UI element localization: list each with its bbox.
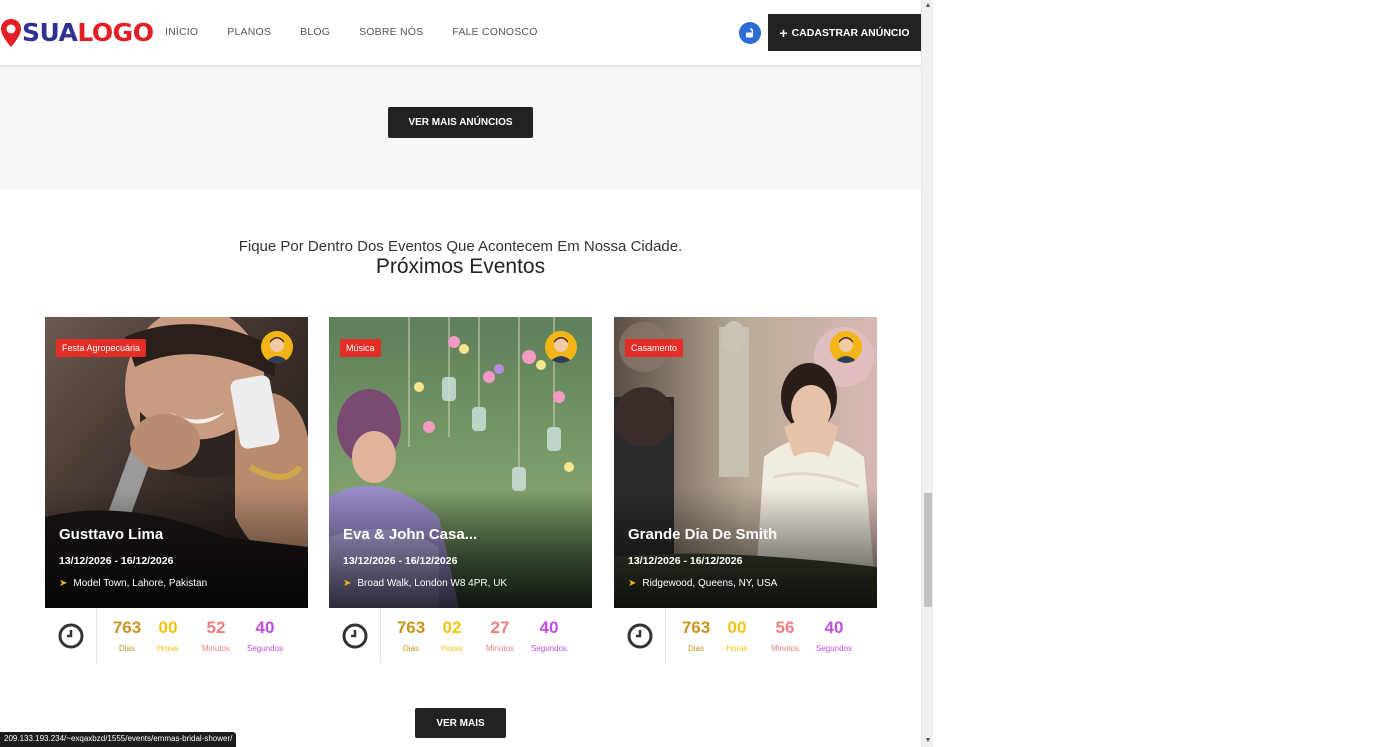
hours-label: Horas <box>726 644 748 653</box>
hours-value: 00 <box>727 618 747 637</box>
clock-icon-wrap <box>614 608 666 663</box>
event-location: ➤ Ridgewood, Queens, NY, USA <box>628 578 777 589</box>
scrollbar-thumb[interactable] <box>924 493 932 607</box>
countdown-hours: 02 Horas <box>427 608 477 653</box>
image-gradient-overlay <box>329 488 592 608</box>
site-header: SUALOGO INÍCIO PLANOS BLOG SOBRE NÓS FAL… <box>0 0 921 66</box>
seconds-value: 40 <box>824 618 844 637</box>
event-image[interactable]: Casamento Grande Dia De Smith 13/12/2026… <box>614 317 877 608</box>
countdown-hours: 00 Horas <box>143 608 193 653</box>
seconds-label: Segundos <box>815 644 853 653</box>
login-button[interactable] <box>739 22 761 44</box>
nav-planos[interactable]: PLANOS <box>227 26 271 38</box>
event-image[interactable]: Música Eva & John Casa... 13/12/2026 - 1… <box>329 317 592 608</box>
event-card[interactable]: Casamento Grande Dia De Smith 13/12/2026… <box>614 317 877 663</box>
event-location-text: Broad Walk, London W8 4PR, UK <box>357 578 508 589</box>
event-location: ➤ Model Town, Lahore, Pakistan <box>59 578 207 589</box>
seconds-label: Segundos <box>530 644 568 653</box>
location-arrow-icon: ➤ <box>343 578 352 589</box>
plus-icon: + <box>779 24 788 41</box>
nav-fale-conosco[interactable]: FALE CONOSCO <box>452 26 537 38</box>
main-nav: INÍCIO PLANOS BLOG SOBRE NÓS FALE CONOSC… <box>165 26 567 38</box>
event-title[interactable]: Grande Dia De Smith <box>628 526 777 543</box>
logo-text-sua: SUA <box>22 18 78 47</box>
event-title[interactable]: Eva & John Casa... <box>343 526 477 543</box>
event-card[interactable]: Música Eva & John Casa... 13/12/2026 - 1… <box>329 317 592 663</box>
event-dates: 13/12/2026 - 16/12/2026 <box>628 555 743 567</box>
event-location-text: Ridgewood, Queens, NY, USA <box>642 578 778 589</box>
ver-mais-eventos-button[interactable]: VER MAIS <box>415 708 506 738</box>
event-countdown: 763 Dias 02 Horas 27 Minutos 40 Segundos <box>329 608 592 663</box>
event-title[interactable]: Gusttavo Lima <box>59 526 163 543</box>
event-countdown: 763 Dias 00 Horas 52 Minutos 40 Segundos <box>45 608 308 663</box>
image-gradient-overlay <box>45 488 308 608</box>
clock-icon <box>342 623 367 648</box>
nav-blog[interactable]: BLOG <box>300 26 330 38</box>
clock-icon <box>627 623 652 648</box>
hours-value: 02 <box>442 618 462 637</box>
countdown-seconds: 40 Segundos <box>809 608 859 653</box>
cadastrar-anuncio-button[interactable]: + CADASTRAR ANÚNCIO <box>768 14 921 51</box>
minutes-value: 52 <box>206 618 226 637</box>
clock-icon-wrap <box>45 608 97 663</box>
logo-text: SUALOGO <box>22 18 154 48</box>
countdown-minutes: 27 Minutos <box>475 608 525 653</box>
location-arrow-icon: ➤ <box>59 578 68 589</box>
event-countdown: 763 Dias 00 Horas 56 Minutos 40 Segundos <box>614 608 877 663</box>
hours-label: Horas <box>441 644 463 653</box>
scroll-up-arrow-icon[interactable]: ▲ <box>922 0 934 12</box>
countdown-seconds: 40 Segundos <box>524 608 574 653</box>
countdown-hours: 00 Horas <box>712 608 762 653</box>
cadastrar-anuncio-label: CADASTRAR ANÚNCIO <box>791 26 910 39</box>
hours-value: 00 <box>158 618 178 637</box>
category-badge[interactable]: Casamento <box>625 339 684 357</box>
countdown-minutes: 56 Minutos <box>760 608 810 653</box>
countdown-seconds: 40 Segundos <box>240 608 290 653</box>
event-location: ➤ Broad Walk, London W8 4PR, UK <box>343 578 507 589</box>
scroll-down-arrow-icon[interactable]: ▼ <box>922 735 934 747</box>
clock-icon-wrap <box>329 608 381 663</box>
browser-viewport: SUALOGO INÍCIO PLANOS BLOG SOBRE NÓS FAL… <box>0 0 921 747</box>
ver-mais-anuncios-button[interactable]: VER MAIS ANÚNCIOS <box>388 107 533 138</box>
minutes-value: 56 <box>775 618 795 637</box>
event-dates: 13/12/2026 - 16/12/2026 <box>59 555 174 567</box>
event-dates: 13/12/2026 - 16/12/2026 <box>343 555 458 567</box>
logo-text-logo: LOGO <box>77 18 154 47</box>
site-logo[interactable]: SUALOGO <box>0 18 154 48</box>
unlock-icon <box>746 28 754 38</box>
nav-inicio[interactable]: INÍCIO <box>165 26 198 38</box>
countdown-minutes: 52 Minutos <box>191 608 241 653</box>
vertical-scrollbar[interactable]: ▲ ▼ <box>921 0 933 747</box>
minutes-label: Minutos <box>485 644 514 653</box>
minutes-value: 27 <box>490 618 510 637</box>
event-location-text: Model Town, Lahore, Pakistan <box>73 578 208 589</box>
hours-label: Horas <box>157 644 179 653</box>
clock-icon <box>58 623 83 648</box>
events-subtitle: Fique Por Dentro Dos Eventos Que Acontec… <box>238 238 683 255</box>
image-gradient-overlay <box>614 488 877 608</box>
events-title: Próximos Eventos <box>375 255 546 278</box>
page: SUALOGO INÍCIO PLANOS BLOG SOBRE NÓS FAL… <box>0 0 1400 747</box>
organizer-avatar[interactable] <box>545 331 577 363</box>
nav-sobre-nos[interactable]: SOBRE NÓS <box>359 26 423 38</box>
seconds-value: 40 <box>255 618 275 637</box>
event-image[interactable]: Festa Agropecuária Gusttavo Lima 13/12/2… <box>45 317 308 608</box>
minutes-label: Minutos <box>770 644 799 653</box>
seconds-value: 40 <box>539 618 559 637</box>
category-badge[interactable]: Festa Agropecuária <box>56 339 147 357</box>
location-arrow-icon: ➤ <box>628 578 637 589</box>
category-badge[interactable]: Música <box>340 339 381 357</box>
organizer-avatar[interactable] <box>830 331 862 363</box>
seconds-label: Segundos <box>246 644 284 653</box>
status-bar-url: 209.133.193.234/~exqaxbzd/1555/events/em… <box>0 732 237 747</box>
map-pin-icon <box>1 19 21 47</box>
event-card[interactable]: Festa Agropecuária Gusttavo Lima 13/12/2… <box>45 317 308 663</box>
minutes-label: Minutos <box>201 644 230 653</box>
organizer-avatar[interactable] <box>261 331 293 363</box>
